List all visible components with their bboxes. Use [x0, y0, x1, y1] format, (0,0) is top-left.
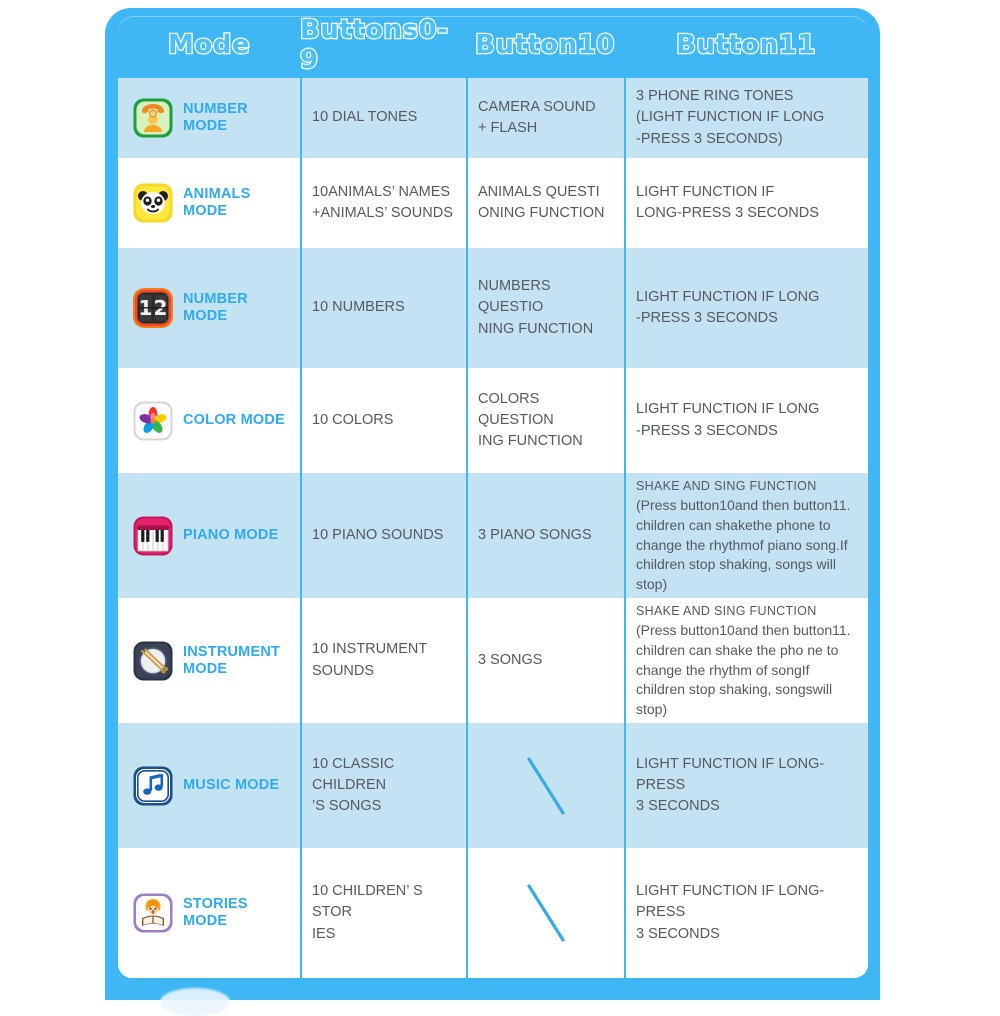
button-11-text: LIGHT FUNCTION IF LONG-PRESS 3 SECONDS: [636, 755, 825, 814]
button-10-text: ANIMALS QUESTI ONING FUNCTION: [478, 183, 605, 221]
cell-button-11: 3 PHONE RING TONES (LIGHT FUNCTION IF LON…: [624, 78, 868, 158]
table-row: PIANO MODE 10 PIANO SOUNDS 3 PIANO SONGS SH…: [118, 473, 868, 598]
cell-button-10: COLORS QUESTION ING FUNCTION: [466, 368, 624, 473]
mode-label: MUSIC MODE: [183, 777, 280, 794]
cell-button-11: LIGHT FUNCTION IF LONG-PRESS 3 SECONDS: [624, 158, 868, 248]
table-header-bar: Mode Buttons0-9 Button10 Button11: [118, 14, 868, 77]
buttons-0-9-text: 10 CHILDREN’ S STOR IES: [312, 883, 423, 942]
table-row: 1 2 NUMBER MODE 10 NUMBERS NUMBERS QUESTIO NI…: [118, 248, 868, 368]
cell-button-10: 3 SONGS: [466, 598, 624, 723]
cell-buttons-0-9: 10 COLORS: [300, 368, 466, 473]
table-row: MUSIC MODE 10 CLASSIC CHILDREN ’S SONGS LIG…: [118, 723, 868, 848]
cell-button-11: LIGHT FUNCTION IF LONG-PRESS 3 SECONDS: [624, 368, 868, 473]
mode-label: NUMBER MODE: [183, 291, 248, 324]
piano-icon: [132, 515, 174, 557]
buttons-0-9-text: 10 CLASSIC CHILDREN ’S SONGS: [312, 755, 395, 814]
buttons-0-9-text: 10 INSTRUMENT SOUNDS: [312, 641, 428, 679]
table-row: ANIMALS MODE 10ANIMALS’ NAMES +ANIMALS’ SO…: [118, 158, 868, 248]
header-cell-button-11: Button11: [624, 16, 868, 74]
buttons-0-9-text: 10 DIAL TONES: [312, 109, 418, 126]
cell-mode: 1 2 NUMBER MODE: [118, 248, 300, 368]
button-11-text: LIGHT FUNCTION IF LONG-PRESS 3 SECONDS: [636, 288, 820, 326]
header-label-button-10: Button10: [474, 29, 616, 62]
cell-mode: INSTRUMENT MODE: [118, 598, 300, 723]
cell-button-11: LIGHT FUNCTION IF LONG-PRESS 3 SECONDS: [624, 723, 868, 848]
mode-label: COLOR MODE: [183, 412, 285, 429]
cell-buttons-0-9: 10 CHILDREN’ S STOR IES: [300, 848, 466, 978]
buttons-0-9-text: 10 COLORS: [312, 411, 394, 428]
table-row: COLOR MODE 10 COLORS COLORS QUESTION ING FU…: [118, 368, 868, 473]
buttons-0-9-text: 10 PIANO SOUNDS: [312, 526, 444, 543]
button-11-prefix: SHAKE AND SING FUNCTION: [636, 603, 817, 618]
cell-buttons-0-9: 10 PIANO SOUNDS: [300, 473, 466, 598]
cell-button-11: LIGHT FUNCTION IF LONG-PRESS 3 SECONDS: [624, 248, 868, 368]
table-row: STORIES MODE 10 CHILDREN’ S STOR IES LIGHT …: [118, 848, 868, 978]
cell-button-10: ANIMALS QUESTI ONING FUNCTION: [466, 158, 624, 248]
cell-mode: MUSIC MODE: [118, 723, 300, 848]
cell-button-11: LIGHT FUNCTION IF LONG-PRESS 3 SECONDS: [624, 848, 868, 978]
header-cell-button-10: Button10: [466, 16, 624, 74]
button-10-text: NUMBERS QUESTIO NING FUNCTION: [478, 278, 594, 337]
cell-button-11: SHAKE AND SING FUNCTION (Press button10a…: [624, 598, 868, 723]
cell-buttons-0-9: 10ANIMALS’ NAMES +ANIMALS’ SOUNDS: [300, 158, 466, 248]
panda-icon: [132, 182, 174, 224]
header-cell-mode: Mode: [118, 16, 300, 74]
buttons-0-9-text: 10ANIMALS’ NAMES +ANIMALS’ SOUNDS: [312, 183, 453, 221]
cell-button-10: 3 PIANO SONGS: [466, 473, 624, 598]
phone-icon: [132, 97, 174, 139]
table-row: NUMBER MODE 10 DIAL TONES CAMERA SOUND + FL…: [118, 78, 868, 158]
mode-label: PIANO MODE: [183, 527, 279, 544]
button-11-text: LIGHT FUNCTION IF LONG-PRESS 3 SECONDS: [636, 183, 819, 221]
button-11-text: (Press button10and then button11. childr…: [636, 621, 851, 718]
button-10-text: CAMERA SOUND + FLASH: [478, 98, 596, 136]
cell-mode: ANIMALS MODE: [118, 158, 300, 248]
button-10-text: COLORS QUESTION ING FUNCTION: [478, 390, 583, 449]
cell-button-10: CAMERA SOUND + FLASH: [466, 78, 624, 158]
button-11-prefix: SHAKE AND SING FUNCTION: [636, 478, 817, 493]
cell-mode: PIANO MODE: [118, 473, 300, 598]
button-11-text: (Press button10and then button11. childr…: [636, 496, 851, 593]
button-11-text: 3 PHONE RING TONES (LIGHT FUNCTION IF LON…: [636, 88, 825, 147]
header-label-button-11: Button11: [675, 29, 817, 62]
button-10-text: 3 SONGS: [478, 651, 543, 668]
cell-mode: COLOR MODE: [118, 368, 300, 473]
bottom-decor-circle: [160, 988, 230, 1016]
cell-buttons-0-9: 10 CLASSIC CHILDREN ’S SONGS: [300, 723, 466, 848]
color-pinwheel-icon: [132, 400, 174, 442]
cell-button-10: [466, 848, 624, 978]
cell-mode: STORIES MODE: [118, 848, 300, 978]
drum-icon: [132, 640, 174, 682]
button-10-text: 3 PIANO SONGS: [478, 526, 592, 543]
cell-buttons-0-9: 10 DIAL TONES: [300, 78, 466, 158]
mode-function-table: NUMBER MODE 10 DIAL TONES CAMERA SOUND + FL…: [118, 78, 868, 978]
cell-buttons-0-9: 10 NUMBERS: [300, 248, 466, 368]
cell-button-11: SHAKE AND SING FUNCTION (Press button10a…: [624, 473, 868, 598]
mode-label: ANIMALS MODE: [183, 186, 251, 219]
header-cell-buttons-0-9: Buttons0-9: [299, 14, 466, 77]
cell-button-10: NUMBERS QUESTIO NING FUNCTION: [466, 248, 624, 368]
empty-slash-icon: [478, 729, 614, 842]
mode-label: NUMBER MODE: [183, 101, 248, 134]
music-note-icon: [132, 765, 174, 807]
mode-label: INSTRUMENT MODE: [183, 643, 281, 677]
header-label-mode: Mode: [167, 29, 251, 62]
header-label-buttons-0-9: Buttons0-9: [299, 14, 449, 77]
screenshot-root: Mode Buttons0-9 Button10 Button11 NUMBER…: [0, 0, 1000, 1016]
mode-label: STORIES MODE: [183, 896, 248, 929]
button-11-text: LIGHT FUNCTION IF LONG-PRESS 3 SECONDS: [636, 883, 825, 942]
table-row: INSTRUMENT MODE 10 INSTRUMENT SOUNDS 3 SONGS…: [118, 598, 868, 723]
empty-slash-icon: [478, 854, 614, 972]
button-11-text: LIGHT FUNCTION IF LONG-PRESS 3 SECONDS: [636, 401, 820, 439]
buttons-0-9-text: 10 NUMBERS: [312, 299, 405, 316]
flip-clock-12-icon: 12: [132, 287, 174, 329]
cell-button-10: [466, 723, 624, 848]
story-book-icon: [132, 892, 174, 934]
cell-mode: NUMBER MODE: [118, 78, 300, 158]
cell-buttons-0-9: 10 INSTRUMENT SOUNDS: [300, 598, 466, 723]
